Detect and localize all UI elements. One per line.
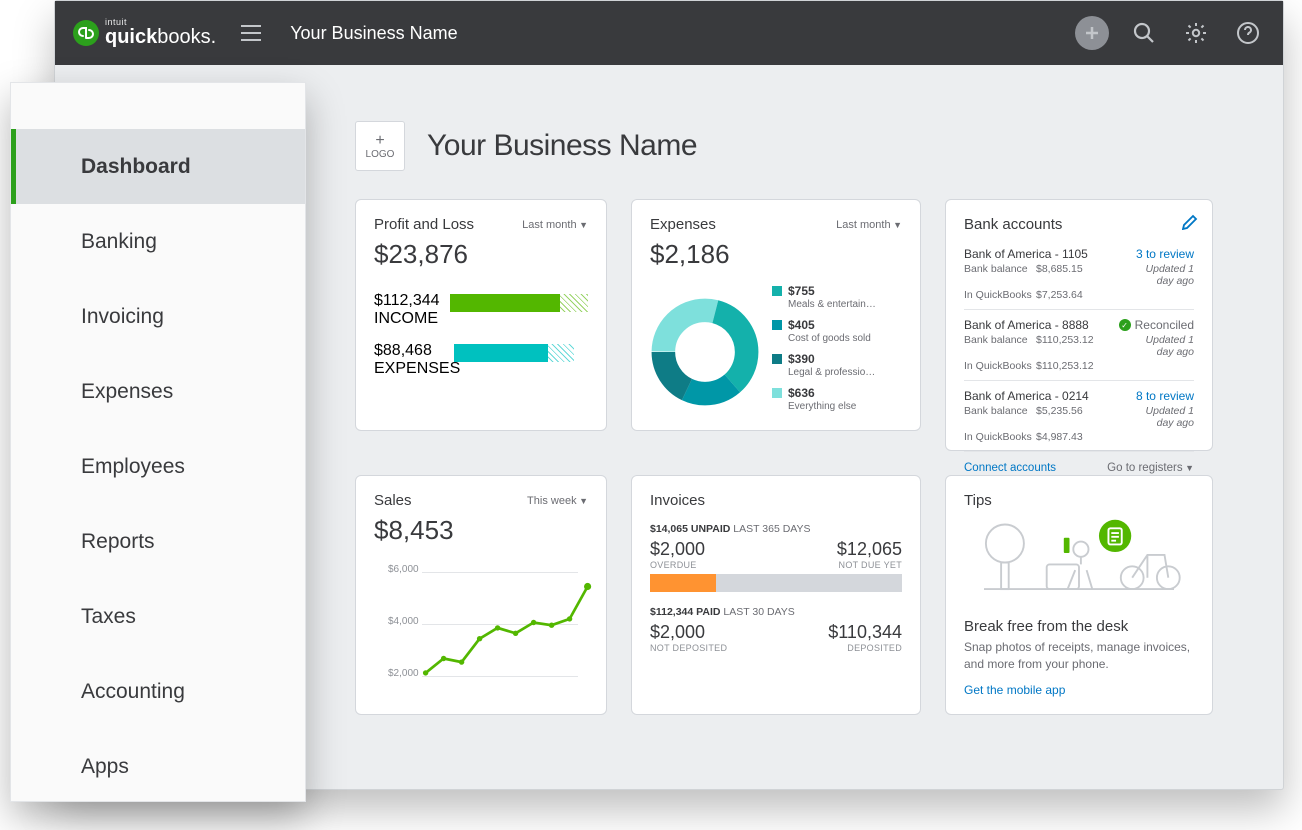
color-swatch: [772, 388, 782, 398]
pl-expenses-bar: [454, 344, 574, 362]
settings-button[interactable]: [1179, 16, 1213, 50]
brand-prefix: intuit: [105, 18, 216, 27]
y-tick: $6,000: [388, 564, 419, 575]
sidebar-item-apps[interactable]: Apps: [11, 729, 305, 804]
invoices-unpaid-subhead: $14,065 UNPAID LAST 365 DAYS: [650, 523, 902, 535]
expense-legend-item: $755Meals & entertain…: [772, 284, 902, 310]
profit-loss-card[interactable]: Profit and Loss Last month $23,876 $112,…: [355, 199, 607, 431]
invoices-paid-subhead: $112,344 PAID LAST 30 DAYS: [650, 606, 902, 618]
sidebar-item-taxes[interactable]: Taxes: [11, 579, 305, 654]
sidebar: DashboardBankingInvoicingExpensesEmploye…: [10, 82, 306, 802]
expenses-total: $2,186: [650, 239, 902, 270]
invoices-dep-value: $110,344: [828, 622, 902, 643]
expenses-donut-chart: [650, 297, 760, 407]
invoices-notdep-label: NOT DEPOSITED: [650, 643, 727, 653]
sidebar-item-dashboard[interactable]: Dashboard: [11, 129, 305, 204]
sidebar-item-reports[interactable]: Reports: [11, 504, 305, 579]
sales-card[interactable]: Sales This week $8,453 $6,000 $4,000 $2,…: [355, 475, 607, 715]
invoices-overdue-label: OVERDUE: [650, 560, 697, 570]
tips-title: Tips: [964, 492, 992, 509]
brand-badge: [73, 20, 99, 46]
invoices-notdue-label: NOT DUE YET: [839, 560, 902, 570]
expenses-legend: $755Meals & entertain… $405Cost of goods …: [772, 284, 902, 420]
profit-loss-title: Profit and Loss: [374, 216, 474, 233]
status-review-link[interactable]: 8 to review: [1136, 389, 1194, 403]
invoices-overdue-value: $2,000: [650, 539, 705, 560]
top-bar: intuit quickbooks. Your Business Name: [55, 1, 1283, 65]
bank-account-row[interactable]: Bank of America - 02148 to reviewBank ba…: [964, 381, 1194, 452]
page-title: Your Business Name: [427, 129, 697, 163]
tips-body: Snap photos of receipts, manage invoices…: [964, 639, 1194, 673]
go-to-registers-select[interactable]: Go to registers: [1107, 462, 1194, 474]
profit-loss-net: $23,876: [374, 239, 588, 270]
cards-row-2: Sales This week $8,453 $6,000 $4,000 $2,…: [355, 475, 1233, 715]
color-swatch: [772, 320, 782, 330]
invoices-unpaid-bar: [650, 574, 902, 592]
expenses-card[interactable]: Expenses Last month $2,186 $755: [631, 199, 921, 431]
pl-income-label: INCOME: [374, 310, 440, 328]
sales-total: $8,453: [374, 515, 588, 546]
invoices-notdep-value: $2,000: [650, 622, 705, 643]
expense-legend-item: $636Everything else: [772, 386, 902, 412]
sidebar-item-accounting[interactable]: Accounting: [11, 654, 305, 729]
help-button[interactable]: [1231, 16, 1265, 50]
sales-period-select[interactable]: This week: [527, 495, 588, 507]
page-header: + LOGO Your Business Name: [355, 121, 1233, 171]
bank-accounts-card[interactable]: Bank accounts Bank of America - 11053 to…: [945, 199, 1213, 451]
cards-row-1: Profit and Loss Last month $23,876 $112,…: [355, 199, 1233, 451]
sales-line-chart: $6,000 $4,000 $2,000: [374, 558, 588, 708]
expense-legend-item: $390Legal & professio…: [772, 352, 902, 378]
invoices-title: Invoices: [650, 492, 705, 509]
pl-income-bar: [450, 294, 588, 312]
sidebar-item-invoicing[interactable]: Invoicing: [11, 279, 305, 354]
pl-expenses-label: EXPENSES: [374, 360, 444, 378]
pl-income-value: $112,344: [374, 292, 440, 310]
invoices-dep-label: DEPOSITED: [847, 643, 902, 653]
profit-loss-period-select[interactable]: Last month: [522, 219, 588, 231]
search-button[interactable]: [1127, 16, 1161, 50]
expense-legend-item: $405Cost of goods sold: [772, 318, 902, 344]
top-business-name: Your Business Name: [290, 23, 457, 44]
color-swatch: [772, 286, 782, 296]
status-reconciled: ✓Reconciled: [1119, 318, 1194, 332]
menu-toggle-button[interactable]: [234, 18, 268, 48]
expenses-period-select[interactable]: Last month: [836, 219, 902, 231]
connect-accounts-link[interactable]: Connect accounts: [964, 462, 1056, 474]
sidebar-item-expenses[interactable]: Expenses: [11, 354, 305, 429]
edit-bank-accounts-button[interactable]: [1182, 214, 1198, 235]
invoices-notdue-value: $12,065: [837, 539, 902, 560]
expenses-title: Expenses: [650, 216, 716, 233]
check-icon: ✓: [1119, 319, 1131, 331]
color-swatch: [772, 354, 782, 364]
sidebar-item-employees[interactable]: Employees: [11, 429, 305, 504]
tips-illustration: [965, 515, 1193, 610]
bank-accounts-list: Bank of America - 11053 to reviewBank ba…: [964, 239, 1194, 452]
add-logo-button[interactable]: + LOGO: [355, 121, 405, 171]
pl-expenses-value: $88,468: [374, 342, 444, 360]
tips-link[interactable]: Get the mobile app: [964, 683, 1065, 697]
brand: intuit quickbooks.: [73, 18, 216, 48]
plus-icon: +: [375, 133, 384, 149]
tips-headline: Break free from the desk: [964, 618, 1194, 635]
logo-box-label: LOGO: [366, 149, 395, 160]
sidebar-item-banking[interactable]: Banking: [11, 204, 305, 279]
main-content: + LOGO Your Business Name Profit and Los…: [325, 101, 1263, 789]
tips-card[interactable]: Tips B: [945, 475, 1213, 715]
sales-title: Sales: [374, 492, 412, 509]
bank-account-row[interactable]: Bank of America - 11053 to reviewBank ba…: [964, 239, 1194, 310]
y-tick: $4,000: [388, 616, 419, 627]
brand-wordmark: quickbooks.: [105, 26, 216, 48]
status-review-link[interactable]: 3 to review: [1136, 247, 1194, 261]
y-tick: $2,000: [388, 668, 419, 679]
bank-title: Bank accounts: [964, 216, 1062, 233]
invoices-card[interactable]: Invoices $14,065 UNPAID LAST 365 DAYS $2…: [631, 475, 921, 715]
quick-create-button[interactable]: [1075, 16, 1109, 50]
bank-account-row[interactable]: Bank of America - 8888✓ReconciledBank ba…: [964, 310, 1194, 381]
